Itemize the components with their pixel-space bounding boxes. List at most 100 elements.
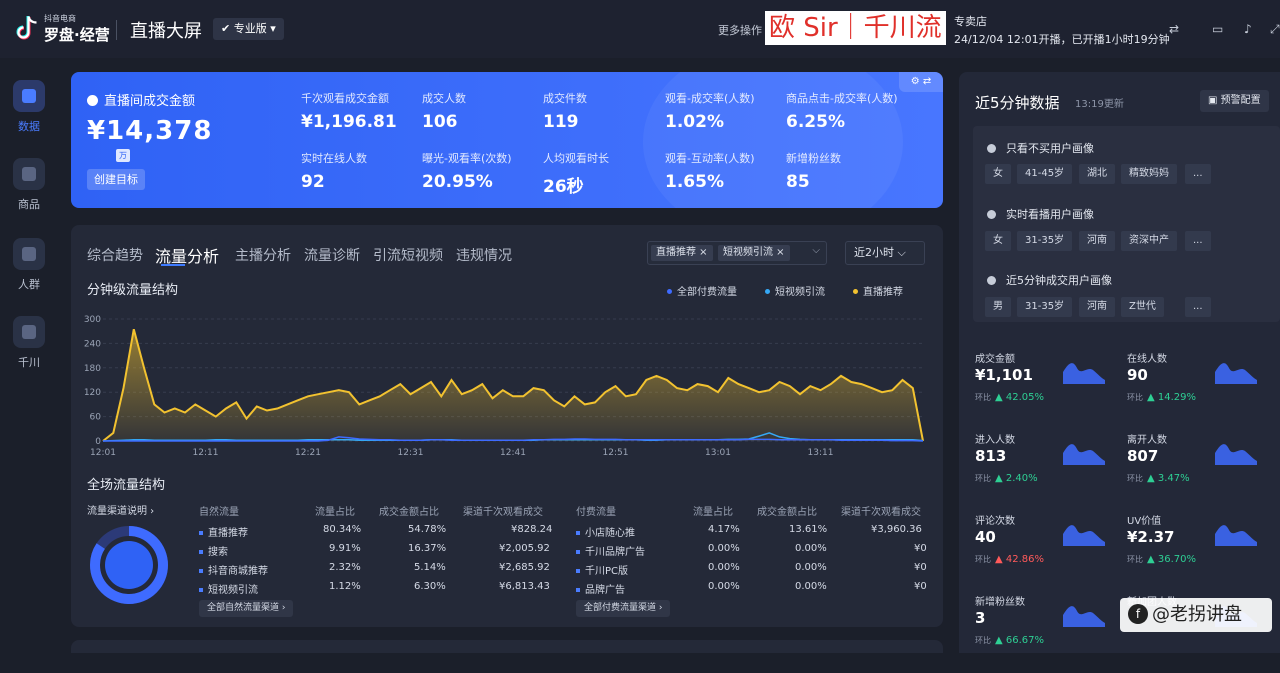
metric-value: ¥2.37: [1127, 528, 1175, 546]
page-title: 直播大屏: [130, 21, 202, 42]
legend-item[interactable]: 全部付费流量: [667, 283, 737, 298]
kpi-cell: 成交件数 119: [543, 90, 663, 132]
kpi-value: 1.65%: [665, 172, 724, 192]
kpi-value: 85: [786, 172, 810, 192]
all-natural-channels-link[interactable]: 全部自然流量渠道 ›: [199, 600, 294, 617]
metric-ratio: 环比 ▲ 14.29%: [1127, 392, 1196, 403]
table-cell: ¥0: [914, 581, 927, 592]
y-tick-label: 240: [84, 339, 101, 349]
legend-item[interactable]: 直播推荐: [853, 283, 903, 298]
persona-label: 实时看播用户画像: [1006, 208, 1094, 221]
all-paid-channels-link[interactable]: 全部付费流量渠道 ›: [576, 600, 671, 617]
metric-ratio: 环比 ▲ 66.67%: [975, 635, 1044, 646]
metric-label: 新增粉丝数: [975, 597, 1025, 608]
metric-label: UV价值: [1127, 516, 1162, 527]
channel-filter[interactable]: 直播推荐 × 短视频引流 × ⌵: [647, 241, 827, 265]
ratio-value: 3.47%: [1157, 473, 1190, 484]
kpi-label: 曝光-观看率(次数): [422, 152, 512, 165]
bell-icon[interactable]: ♪: [1244, 22, 1252, 36]
persona-label: 近5分钟成交用户画像: [1006, 274, 1112, 287]
tab-short-video[interactable]: 引流短视频: [373, 245, 443, 265]
kpi-cell: 实时在线人数 92: [301, 150, 421, 192]
more-operations-button[interactable]: 更多操作: [718, 22, 762, 38]
kpi-label: 成交人数: [422, 92, 466, 105]
expand-icon[interactable]: ⤢: [1270, 22, 1280, 37]
time-range-select[interactable]: 近2小时 ⌵: [845, 241, 925, 265]
x-tick-label: 12:21: [295, 448, 321, 458]
nav-item-audience[interactable]: 人群: [0, 238, 58, 292]
table-cell: ¥3,960.36: [871, 524, 922, 535]
tab-traffic-diagnosis[interactable]: 流量诊断: [304, 245, 360, 265]
next-panel-edge: [71, 640, 943, 653]
tab-overall-trend[interactable]: 综合趋势: [87, 245, 143, 265]
ratio-label: 环比: [975, 555, 991, 564]
chart-title: 分钟级流量结构: [87, 283, 179, 298]
alert-config-button[interactable]: ▣ 预警配置: [1200, 90, 1269, 112]
donut-center: [105, 541, 153, 589]
ratio-label: 环比: [1127, 474, 1143, 483]
ratio-value: 14.29%: [1157, 392, 1197, 403]
metric-ratio: 环比 ▲ 42.86%: [975, 554, 1044, 565]
kpi-label: 人均观看时长: [543, 152, 609, 165]
persona-tag: 31-35岁: [1017, 297, 1073, 317]
tab-violations[interactable]: 违规情况: [456, 245, 512, 265]
persona-tag: 精致妈妈: [1121, 164, 1177, 184]
metric-label: 在线人数: [1127, 354, 1167, 365]
metric-tile: 成交金额 ¥1,101 环比 ▲ 42.05%: [975, 350, 1115, 430]
nav-item-qianchuan[interactable]: 千川: [0, 316, 58, 370]
table-cell: 0.00%: [708, 581, 740, 592]
trend-arrow-icon: ▲: [1147, 392, 1155, 403]
top-bar: 抖音电商 罗盘·经营 直播大屏 ✔ 专业版 ▾ 更多操作 欧 Sir｜千川流 专…: [0, 0, 1280, 58]
kpi-value: ¥1,196.81: [301, 112, 397, 132]
tab-anchor-analysis[interactable]: 主播分析: [235, 245, 291, 265]
kpi-cell: 观看-互动率(人数) 1.65%: [665, 150, 785, 192]
alert-config-label: 预警配置: [1220, 95, 1261, 106]
metric-tile: 评论次数 40 环比 ▲ 42.86%: [975, 512, 1115, 592]
kpi-cell: 千次观看成交金额 ¥1,196.81: [301, 90, 421, 132]
swap-icon[interactable]: ⇄: [1169, 22, 1179, 36]
monitor-icon[interactable]: ▭: [1212, 22, 1223, 36]
persona-tag: 女: [985, 231, 1011, 251]
nav-item-data[interactable]: 数据: [0, 80, 58, 134]
douyin-logo-icon: [16, 16, 37, 40]
sparkline: [1063, 444, 1105, 465]
live-status: 24/12/04 12:01开播，已开播1小时19分钟: [954, 33, 1170, 46]
kpi-label: 观看-成交率(人数): [665, 92, 755, 105]
table-cell-channel: 短视频引流: [199, 581, 258, 596]
traffic-structure-title: 全场流量结构: [87, 478, 166, 493]
table-cell-channel: 抖音商城推荐: [199, 562, 268, 577]
table-header: 成交金额占比: [757, 507, 817, 518]
cart-icon: [13, 158, 45, 190]
trend-arrow-icon: ▲: [995, 392, 1003, 403]
sparkline: [1063, 525, 1105, 546]
persona-tag: Z世代: [1121, 297, 1164, 317]
ratio-label: 环比: [975, 636, 991, 645]
create-target-button[interactable]: 创建目标: [87, 169, 145, 190]
persona-box: 只看不买用户画像 女 41-45岁 湖北 精致妈妈 ... 实时看播用户画像 女…: [973, 126, 1280, 322]
version-dropdown[interactable]: ✔ 专业版 ▾: [213, 18, 284, 40]
persona-more[interactable]: ...: [1185, 164, 1211, 184]
kpi-label: 实时在线人数: [301, 152, 367, 165]
table-header: 成交金额占比: [379, 507, 439, 518]
nav-item-products[interactable]: 商品: [0, 158, 58, 212]
table-cell-channel: 搜索: [199, 543, 228, 558]
kpi-cell: 商品点击-成交率(人数) 6.25%: [786, 90, 906, 132]
table-cell: 4.17%: [708, 524, 740, 535]
watermark-overlay: 欧 Sir｜千川流: [765, 11, 946, 45]
sparkline: [1063, 363, 1105, 384]
persona-more[interactable]: ...: [1185, 231, 1211, 251]
filter-chip[interactable]: 短视频引流 ×: [718, 245, 790, 261]
legend-item[interactable]: 短视频引流: [765, 283, 825, 298]
trend-arrow-icon: ▲: [995, 473, 1003, 484]
metric-value: 3: [975, 609, 986, 627]
persona-more[interactable]: ...: [1185, 297, 1211, 317]
channel-desc-link[interactable]: 流量渠道说明 ›: [87, 502, 154, 517]
left-nav: 数据 商品 人群 千川: [0, 58, 58, 653]
filter-chip[interactable]: 直播推荐 ×: [651, 245, 713, 261]
ratio-label: 环比: [975, 474, 991, 483]
kpi-value: 6.25%: [786, 112, 845, 132]
kpi-settings-icon[interactable]: ⚙ ⇄: [899, 72, 943, 92]
metric-label: 进入人数: [975, 435, 1015, 446]
metric-tile: 新增粉丝数 3 环比 ▲ 66.67%: [975, 593, 1115, 673]
table-cell: 13.61%: [789, 524, 828, 535]
